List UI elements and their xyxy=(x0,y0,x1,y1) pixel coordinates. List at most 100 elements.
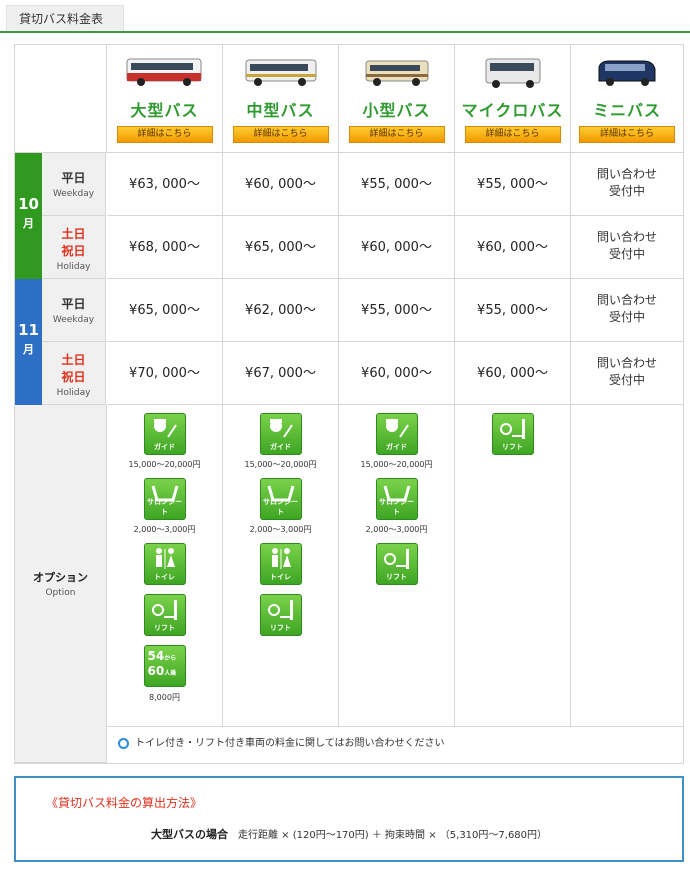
month-number: 11 xyxy=(18,321,39,339)
option-label-cell: オプション Option xyxy=(15,405,107,763)
inquiry-text: 受付中 xyxy=(608,247,645,261)
option-note: トイレ付き・リフト付き車両の料金に関してはお問い合わせください xyxy=(106,726,683,762)
circle-bullet-icon xyxy=(118,737,129,749)
inquiry-text: 受付中 xyxy=(608,184,645,198)
detail-button[interactable]: 詳細はこちら xyxy=(464,126,561,143)
salon-seat-price: 2,000〜3,000円 xyxy=(133,525,196,534)
detail-button[interactable]: 詳細はこちら xyxy=(232,126,329,143)
day-type-weekday: 平日 Weekday xyxy=(42,153,106,216)
guide-icon: ガイド xyxy=(375,413,418,455)
guide-icon: ガイド xyxy=(143,413,186,455)
salon-seat-icon: サロンシート xyxy=(143,478,186,520)
options-medium: ガイド 15,000〜20,000円 サロンシート 2,000〜3,000円 ト… xyxy=(223,405,339,727)
day-type-jp: 祝日 xyxy=(61,370,86,384)
month-november: 11 月 xyxy=(15,279,42,405)
mini-bus-inquiry-cell: 問い合わせ 受付中 xyxy=(571,279,683,342)
micro-bus-icon xyxy=(485,58,540,88)
table-corner xyxy=(15,45,107,153)
option-label-jp: オプション xyxy=(33,571,88,584)
calc-formula: 走行距離 × (120円〜170円) ＋ 拘束時間 × （5,310円〜7,68… xyxy=(237,830,548,841)
bus-header-medium: 中型バス 詳細はこちら xyxy=(223,45,339,153)
price-cell: ¥60, 000〜 xyxy=(223,153,339,216)
bus-name: 大型バス xyxy=(130,101,199,120)
price-cell: ¥60, 000〜 xyxy=(339,342,455,405)
salon-seat-icon: サロンシート xyxy=(375,478,418,520)
price-cell: ¥65, 000〜 xyxy=(107,279,223,342)
inquiry-text: 受付中 xyxy=(608,373,645,387)
inquiry-text: 問い合わせ xyxy=(596,230,657,244)
bus-name: マイクロバス xyxy=(461,101,564,120)
tab-bus-fare-table[interactable]: 貸切バス料金表 xyxy=(6,5,124,31)
price-cell: ¥55, 000〜 xyxy=(455,153,571,216)
price-cell: ¥60, 000〜 xyxy=(339,216,455,279)
day-type-en: Weekday xyxy=(52,189,95,199)
bus-header-small: 小型バス 詳細はこちら xyxy=(339,45,455,153)
options-micro: リフト xyxy=(455,405,571,727)
medium-bus-icon xyxy=(245,59,316,86)
price-cell: ¥70, 000〜 xyxy=(107,342,223,405)
bus-header-mini: ミニバス 詳細はこちら xyxy=(571,45,683,153)
bus-header-micro: マイクロバス 詳細はこちら xyxy=(455,45,571,153)
inquiry-text: 問い合わせ xyxy=(596,356,657,370)
option-note-text: トイレ付き・リフト付き車両の料金に関してはお問い合わせください xyxy=(135,738,445,749)
guide-price: 15,000〜20,000円 xyxy=(360,460,433,469)
mini-bus-icon xyxy=(598,60,656,86)
inquiry-text: 受付中 xyxy=(608,310,645,324)
day-type-jp: 土日 xyxy=(61,353,86,367)
bus-name: ミニバス xyxy=(592,101,661,120)
inquiry-text: 問い合わせ xyxy=(596,293,657,307)
fare-calculation-box: 《貸切バス料金の算出方法》 大型バスの場合 走行距離 × (120円〜170円) … xyxy=(14,776,684,862)
day-type-en: Holiday xyxy=(56,262,91,272)
day-type-en: Weekday xyxy=(52,315,95,325)
price-cell: ¥62, 000〜 xyxy=(223,279,339,342)
options-small: ガイド 15,000〜20,000円 サロンシート 2,000〜3,000円 リ… xyxy=(339,405,455,727)
price-cell: ¥55, 000〜 xyxy=(339,153,455,216)
inquiry-text: 問い合わせ xyxy=(596,167,657,181)
tab-underline xyxy=(0,31,690,33)
bus-name: 中型バス xyxy=(246,101,315,120)
day-type-jp: 祝日 xyxy=(61,244,86,258)
month-unit: 月 xyxy=(23,217,34,230)
price-cell: ¥60, 000〜 xyxy=(455,342,571,405)
day-type-holiday: 土日 祝日 Holiday xyxy=(42,216,106,279)
salon-seat-price: 2,000〜3,000円 xyxy=(249,525,312,534)
day-type-weekday: 平日 Weekday xyxy=(42,279,106,342)
bus-name: 小型バス xyxy=(362,101,431,120)
options-mini xyxy=(571,405,683,727)
seats-price: 8,000円 xyxy=(149,693,180,702)
tab-bar: 貸切バス料金表 xyxy=(0,0,690,34)
lift-icon: リフト xyxy=(143,594,186,636)
calc-label: 大型バスの場合 xyxy=(150,828,228,841)
day-type-en: Holiday xyxy=(56,388,91,398)
option-label-en: Option xyxy=(45,588,76,598)
detail-button[interactable]: 詳細はこちら xyxy=(116,126,213,143)
price-cell: ¥68, 000〜 xyxy=(107,216,223,279)
fare-table: 大型バス 詳細はこちら 中型バス 詳細はこちら 小型バス 詳細はこちら マイクロ… xyxy=(14,44,684,764)
guide-price: 15,000〜20,000円 xyxy=(128,460,201,469)
toilet-icon: トイレ xyxy=(143,543,186,585)
day-type-jp: 平日 xyxy=(61,297,86,311)
small-bus-icon xyxy=(365,60,428,86)
price-cell: ¥63, 000〜 xyxy=(107,153,223,216)
large-bus-icon xyxy=(126,58,201,86)
mini-bus-inquiry-cell: 問い合わせ 受付中 xyxy=(571,216,683,279)
month-unit: 月 xyxy=(23,343,34,356)
price-cell: ¥60, 000〜 xyxy=(455,216,571,279)
guide-icon: ガイド xyxy=(259,413,302,455)
seats-54-60-icon: 54から 60人乗 xyxy=(143,645,186,687)
detail-button[interactable]: 詳細はこちら xyxy=(348,126,445,143)
lift-icon: リフト xyxy=(259,594,302,636)
day-type-holiday: 土日 祝日 Holiday xyxy=(42,342,106,405)
toilet-icon: トイレ xyxy=(259,543,302,585)
guide-price: 15,000〜20,000円 xyxy=(244,460,317,469)
calc-formula-line: 大型バスの場合 走行距離 × (120円〜170円) ＋ 拘束時間 × （5,31… xyxy=(16,826,682,842)
price-cell: ¥55, 000〜 xyxy=(339,279,455,342)
salon-seat-icon: サロンシート xyxy=(259,478,302,520)
bus-header-large: 大型バス 詳細はこちら xyxy=(107,45,223,153)
salon-seat-price: 2,000〜3,000円 xyxy=(365,525,428,534)
detail-button[interactable]: 詳細はこちら xyxy=(579,126,675,143)
price-cell: ¥67, 000〜 xyxy=(223,342,339,405)
calc-title: 《貸切バス料金の算出方法》 xyxy=(46,796,203,810)
lift-icon: リフト xyxy=(375,543,418,585)
mini-bus-inquiry-cell: 問い合わせ 受付中 xyxy=(571,342,683,405)
